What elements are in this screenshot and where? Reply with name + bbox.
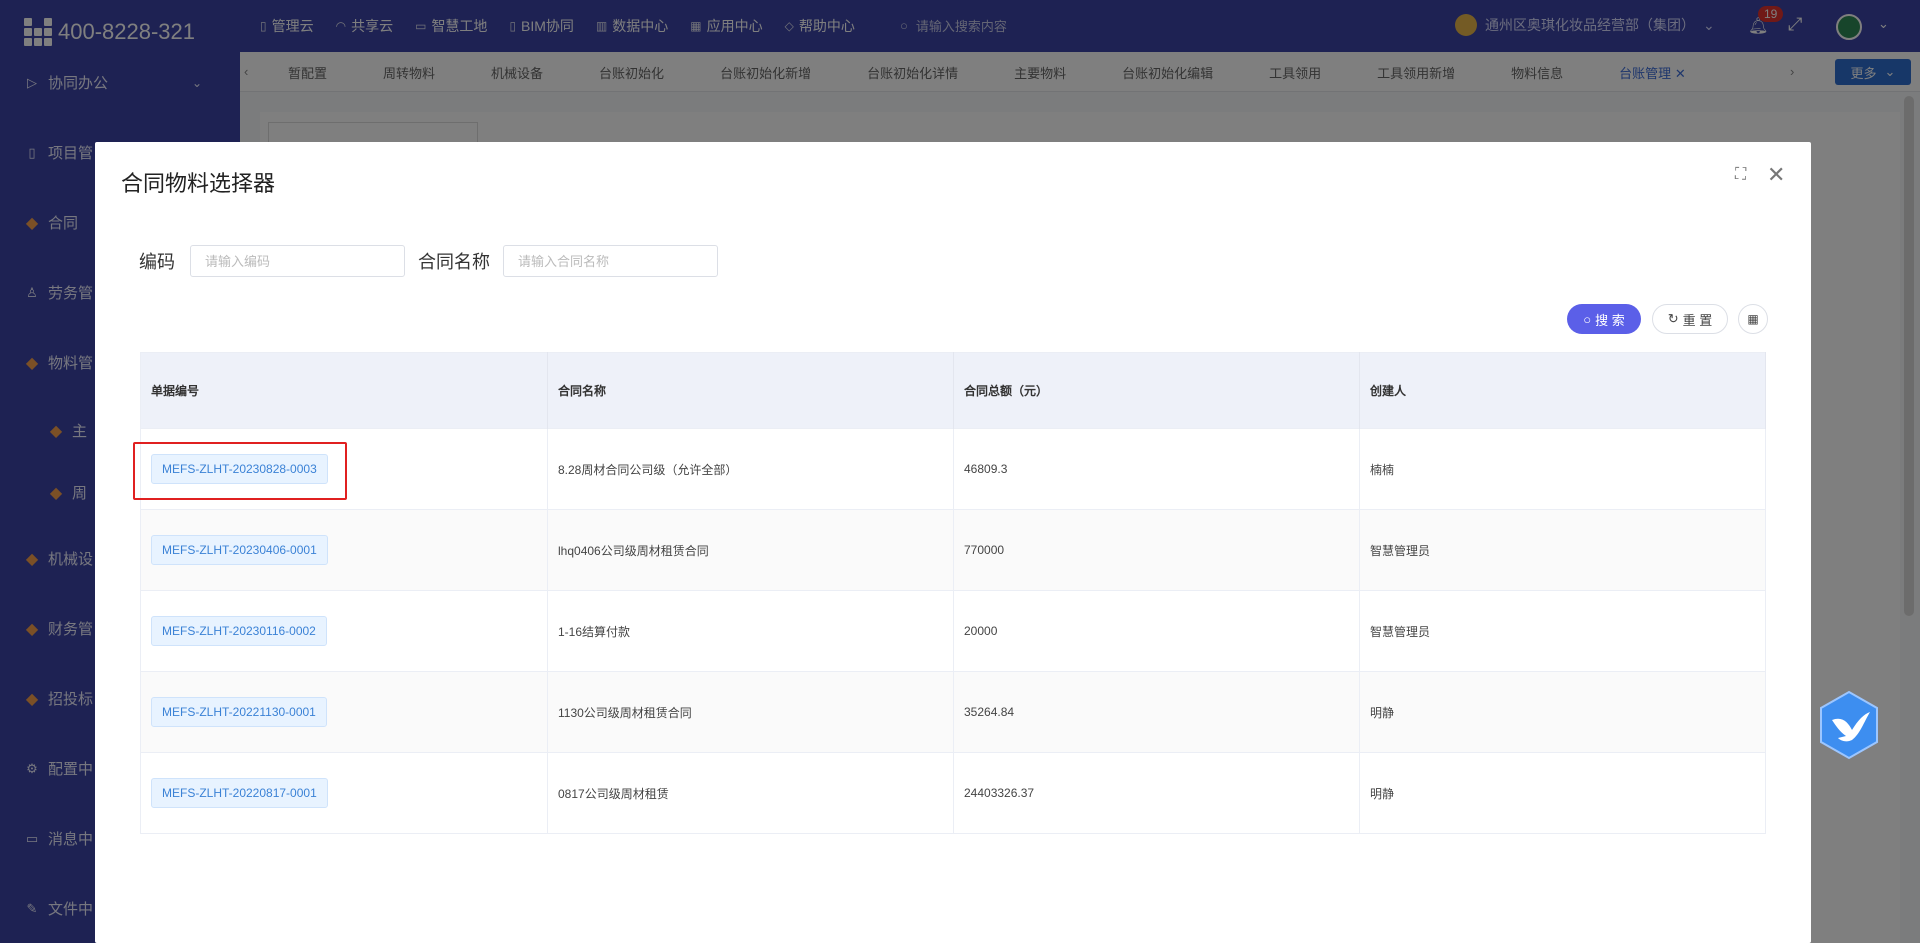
contract-name-input[interactable] (503, 245, 718, 277)
contract-name-cell: 0817公司级周材租赁 (547, 752, 954, 834)
amount-cell: 35264.84 (953, 671, 1360, 753)
table-row[interactable]: MEFS-ZLHT-20220817-0001 0817公司级周材租赁 2440… (140, 752, 1766, 834)
assistant-bird-icon[interactable] (1818, 690, 1880, 760)
search-icon: ○ (1583, 311, 1592, 327)
grid-icon: ▦ (1747, 312, 1759, 326)
contract-name-cell: 8.28周材合同公司级（允许全部） (547, 428, 954, 510)
document-code-tag[interactable]: MEFS-ZLHT-20230116-0002 (151, 616, 327, 646)
column-header: 合同名称 (547, 352, 954, 429)
creator-cell: 智慧管理员 (1359, 509, 1766, 591)
modal-title: 合同物料选择器 (121, 171, 276, 196)
contract-name-label: 合同名称 (418, 252, 490, 272)
code-label: 编码 (139, 252, 175, 272)
document-code-tag[interactable]: MEFS-ZLHT-20221130-0001 (151, 697, 327, 727)
table-row[interactable]: MEFS-ZLHT-20221130-0001 1130公司级周材租赁合同 35… (140, 671, 1766, 753)
table-row[interactable]: MEFS-ZLHT-20230828-0003 8.28周材合同公司级（允许全部… (140, 428, 1766, 510)
search-button[interactable]: ○ 搜 索 (1567, 304, 1641, 334)
document-code-tag[interactable]: MEFS-ZLHT-20220817-0001 (151, 778, 328, 808)
document-code-tag[interactable]: MEFS-ZLHT-20230828-0003 (151, 454, 328, 484)
column-header: 创建人 (1359, 352, 1766, 429)
column-header: 单据编号 (140, 352, 548, 429)
creator-cell: 明静 (1359, 752, 1766, 834)
column-header: 合同总额（元） (953, 352, 1360, 429)
table-row[interactable]: MEFS-ZLHT-20230116-0002 1-16结算付款 20000 智… (140, 590, 1766, 672)
creator-cell: 明静 (1359, 671, 1766, 753)
table-row[interactable]: MEFS-ZLHT-20230406-0001 lhq0406公司级周材租赁合同… (140, 509, 1766, 591)
refresh-icon: ↻ (1667, 311, 1679, 326)
creator-cell: 智慧管理员 (1359, 590, 1766, 672)
document-code-tag[interactable]: MEFS-ZLHT-20230406-0001 (151, 535, 328, 565)
material-selector-modal: 合同物料选择器 ⛶ ✕ 编码 合同名称 ○ 搜 索 ↻ 重 置 ▦ 单据编号 合… (95, 142, 1811, 943)
reset-button[interactable]: ↻ 重 置 (1652, 304, 1728, 334)
contract-name-cell: 1130公司级周材租赁合同 (547, 671, 954, 753)
maximize-icon[interactable]: ⛶ (1735, 166, 1746, 184)
amount-cell: 24403326.37 (953, 752, 1360, 834)
amount-cell: 46809.3 (953, 428, 1360, 510)
contract-name-cell: 1-16结算付款 (547, 590, 954, 672)
amount-cell: 20000 (953, 590, 1360, 672)
table-header-row: 单据编号 合同名称 合同总额（元） 创建人 (140, 352, 1766, 429)
amount-cell: 770000 (953, 509, 1360, 591)
close-icon[interactable]: ✕ (1767, 162, 1785, 188)
contract-table: 单据编号 合同名称 合同总额（元） 创建人 MEFS-ZLHT-20230828… (140, 352, 1766, 834)
column-settings-button[interactable]: ▦ (1738, 304, 1768, 334)
creator-cell: 楠楠 (1359, 428, 1766, 510)
code-input[interactable] (190, 245, 405, 277)
contract-name-cell: lhq0406公司级周材租赁合同 (547, 509, 954, 591)
